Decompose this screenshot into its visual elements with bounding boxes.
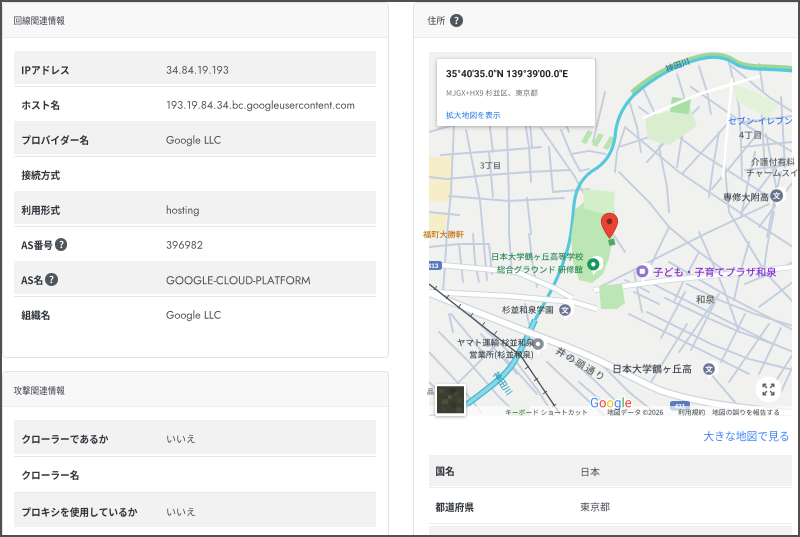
svg-text:413: 413 bbox=[429, 263, 439, 270]
